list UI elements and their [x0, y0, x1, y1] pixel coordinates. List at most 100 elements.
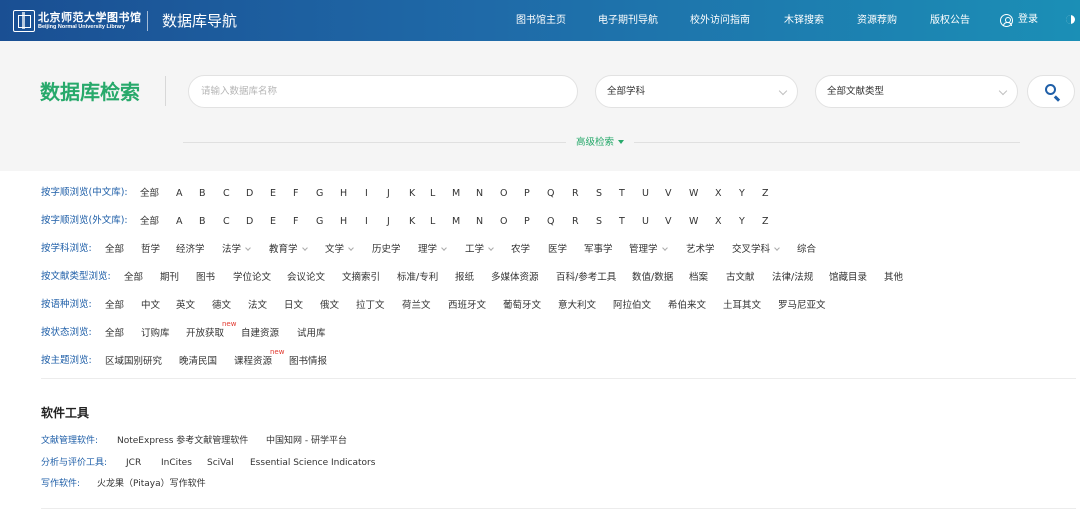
language-italian[interactable]: 意大利文 [558, 299, 596, 313]
letter-j[interactable]: J [387, 215, 390, 229]
doctype-all[interactable]: 全部 [124, 271, 143, 285]
library-logo[interactable]: 北京师范大学图书馆 Beijing Normal University Libr… [13, 8, 142, 33]
tool-jcr[interactable]: JCR [126, 456, 141, 470]
language-toggle-icon[interactable] [1066, 15, 1075, 24]
nav-copyright-notice[interactable]: 版权公告 [930, 14, 970, 28]
letter-m[interactable]: M [452, 215, 460, 229]
subject-education[interactable]: 教育学 [269, 243, 308, 257]
tool-scival[interactable]: SciVal [207, 456, 234, 470]
tool-esi[interactable]: Essential Science Indicators [250, 456, 375, 470]
language-portuguese[interactable]: 葡萄牙文 [503, 299, 541, 313]
letter-u[interactable]: U [642, 187, 649, 201]
letter-e[interactable]: E [270, 187, 276, 201]
letter-r[interactable]: R [572, 215, 579, 229]
letter-q[interactable]: Q [547, 187, 554, 201]
language-arabic[interactable]: 阿拉伯文 [613, 299, 651, 313]
doctype-journal[interactable]: 期刊 [160, 271, 179, 285]
letter-p[interactable]: P [524, 215, 530, 229]
language-german[interactable]: 德文 [212, 299, 231, 313]
topic-late-qing-republic[interactable]: 晚清民国 [179, 355, 217, 369]
letter-v[interactable]: V [665, 215, 672, 229]
subject-engineering[interactable]: 工学 [465, 243, 494, 257]
advanced-search-toggle[interactable]: 高级检索 [576, 136, 625, 149]
subject-science[interactable]: 理学 [418, 243, 447, 257]
letter-z[interactable]: Z [762, 215, 769, 229]
language-romanian[interactable]: 罗马尼亚文 [778, 299, 826, 313]
doctype-other[interactable]: 其他 [884, 271, 903, 285]
letter-v[interactable]: V [665, 187, 672, 201]
language-hebrew[interactable]: 希伯来文 [668, 299, 706, 313]
database-name-input[interactable] [188, 75, 578, 108]
doctype-archive[interactable]: 档案 [689, 271, 708, 285]
language-russian[interactable]: 俄文 [320, 299, 339, 313]
language-japanese[interactable]: 日文 [284, 299, 303, 313]
subject-agriculture[interactable]: 农学 [511, 243, 530, 257]
letter-l[interactable]: L [430, 187, 435, 201]
letter-n[interactable]: N [476, 187, 483, 201]
status-all[interactable]: 全部 [105, 327, 124, 341]
letter-x[interactable]: X [715, 215, 722, 229]
letter-s[interactable]: S [596, 215, 602, 229]
letter-d[interactable]: D [246, 187, 253, 201]
subject-interdisciplinary[interactable]: 交叉学科 [732, 243, 780, 257]
letter-p[interactable]: P [524, 187, 530, 201]
letter-t[interactable]: T [619, 187, 625, 201]
letter-n[interactable]: N [476, 215, 483, 229]
doctype-catalog[interactable]: 馆藏目录 [829, 271, 867, 285]
letter-y[interactable]: Y [739, 187, 745, 201]
doctype-law[interactable]: 法律/法规 [772, 271, 813, 285]
topic-library-info[interactable]: 图书情报 [289, 355, 327, 369]
status-open-access[interactable]: 开放获取 [186, 327, 224, 341]
status-subscribed[interactable]: 订购库 [141, 327, 170, 341]
language-chinese[interactable]: 中文 [141, 299, 160, 313]
topic-area-studies[interactable]: 区域国别研究 [105, 355, 162, 369]
letter-i[interactable]: I [365, 187, 368, 201]
doctype-book[interactable]: 图书 [196, 271, 215, 285]
letter-o[interactable]: O [500, 187, 507, 201]
subject-select[interactable]: 全部学科 [595, 75, 798, 108]
doctype-reference[interactable]: 百科/参考工具 [556, 271, 616, 285]
subject-philosophy[interactable]: 哲学 [141, 243, 160, 257]
tool-pitaya[interactable]: 火龙果（Pitaya）写作软件 [97, 477, 206, 491]
topic-course-resources[interactable]: 课程资源 [234, 355, 272, 369]
language-english[interactable]: 英文 [176, 299, 195, 313]
letter-w[interactable]: W [689, 187, 698, 201]
doctype-multimedia[interactable]: 多媒体资源 [491, 271, 539, 285]
nav-muduo-search[interactable]: 木铎搜索 [784, 14, 824, 28]
doctype-thesis[interactable]: 学位论文 [233, 271, 271, 285]
browse-item-all[interactable]: 全部 [140, 215, 159, 229]
subject-law[interactable]: 法学 [222, 243, 251, 257]
subject-arts[interactable]: 艺术学 [686, 243, 715, 257]
language-all[interactable]: 全部 [105, 299, 124, 313]
letter-k[interactable]: K [409, 215, 415, 229]
letter-c[interactable]: C [223, 187, 230, 201]
letter-y[interactable]: Y [739, 215, 745, 229]
site-title[interactable]: 数据库导航 [162, 11, 237, 31]
language-latin[interactable]: 拉丁文 [356, 299, 385, 313]
language-spanish[interactable]: 西班牙文 [448, 299, 486, 313]
browse-item-all[interactable]: 全部 [140, 187, 159, 201]
letter-i[interactable]: I [365, 215, 368, 229]
doctype-abstract-index[interactable]: 文摘索引 [342, 271, 380, 285]
letter-q[interactable]: Q [547, 215, 554, 229]
login-link[interactable]: 登录 [1000, 13, 1038, 27]
search-button[interactable] [1027, 75, 1075, 108]
doctype-standard-patent[interactable]: 标准/专利 [397, 271, 438, 285]
letter-x[interactable]: X [715, 187, 722, 201]
nav-offcampus-guide[interactable]: 校外访问指南 [690, 14, 750, 28]
language-french[interactable]: 法文 [248, 299, 267, 313]
letter-j[interactable]: J [387, 187, 390, 201]
doctype-conference[interactable]: 会议论文 [287, 271, 325, 285]
language-dutch[interactable]: 荷兰文 [402, 299, 431, 313]
letter-m[interactable]: M [452, 187, 460, 201]
letter-u[interactable]: U [642, 215, 649, 229]
letter-h[interactable]: H [340, 215, 347, 229]
tool-noteexpress[interactable]: NoteExpress 参考文献管理软件 [117, 434, 248, 448]
status-self-built[interactable]: 自建资源 [241, 327, 279, 341]
letter-f[interactable]: F [293, 215, 298, 229]
letter-g[interactable]: G [316, 187, 323, 201]
nav-resource-recommend[interactable]: 资源荐购 [857, 14, 897, 28]
letter-w[interactable]: W [689, 215, 698, 229]
tool-cnki-research[interactable]: 中国知网 - 研学平台 [266, 434, 347, 448]
letter-c[interactable]: C [223, 215, 230, 229]
